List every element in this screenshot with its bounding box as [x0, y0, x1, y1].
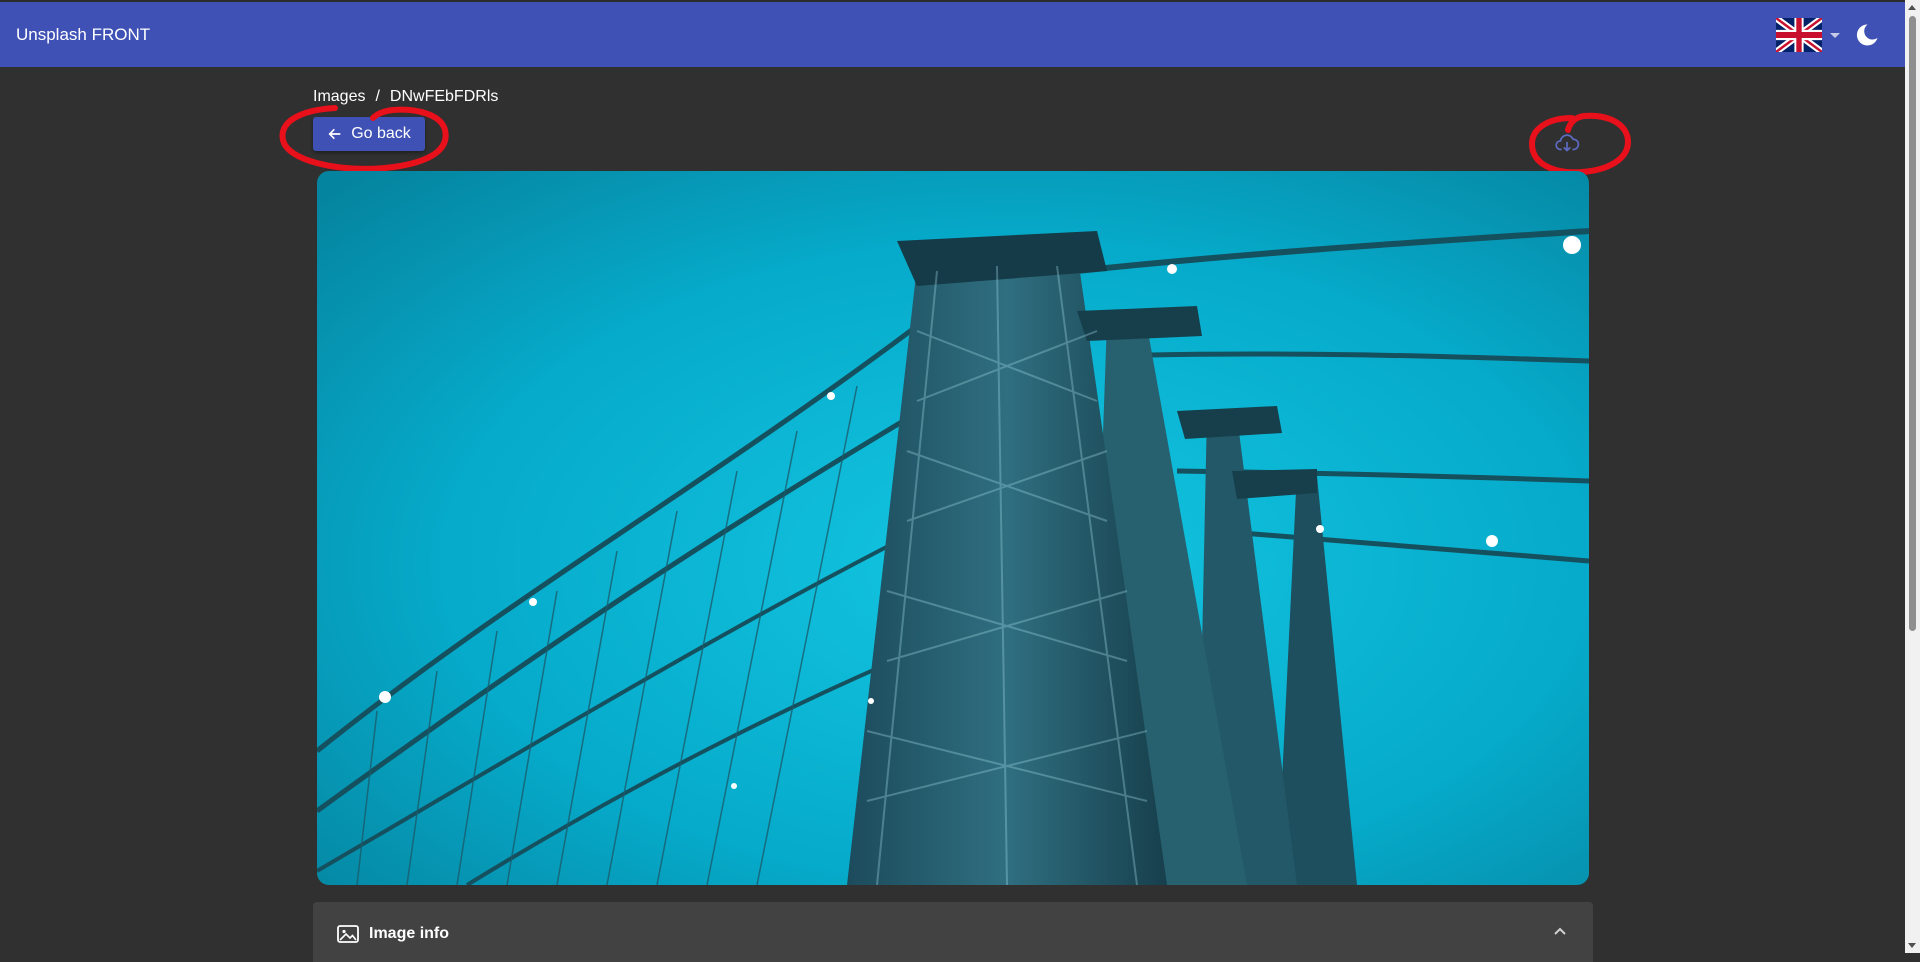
- chevron-down-icon: [1830, 32, 1840, 38]
- moon-icon: [1856, 24, 1878, 46]
- main-photo: [317, 171, 1589, 885]
- image-icon: [337, 925, 359, 943]
- breadcrumb-current: DNwFEbFDRls: [389, 88, 499, 105]
- arrow-left-icon: [328, 128, 341, 140]
- app-title[interactable]: Unsplash FRONT: [16, 25, 150, 45]
- go-back-label: Go back: [351, 125, 411, 142]
- page-scrollbar[interactable]: [1905, 0, 1920, 953]
- scroll-up-arrow-icon[interactable]: [1908, 5, 1916, 10]
- cloud-download-icon: [1555, 134, 1580, 152]
- scroll-thumb[interactable]: [1909, 16, 1916, 631]
- annotation-circle-download: [1528, 112, 1632, 176]
- language-selector[interactable]: [1776, 15, 1842, 55]
- scroll-down-arrow-icon[interactable]: [1908, 943, 1916, 948]
- breadcrumb-images-link[interactable]: Images: [313, 88, 365, 106]
- breadcrumb: Images / DNwFEbFDRls: [313, 88, 498, 106]
- uk-flag-icon: [1776, 18, 1822, 52]
- go-back-button[interactable]: Go back: [313, 117, 425, 151]
- bridge-photo-illustration: [317, 171, 1589, 885]
- theme-toggle-button[interactable]: [1853, 21, 1881, 49]
- app-bar: Unsplash FRONT: [0, 0, 1905, 67]
- download-button[interactable]: [1554, 130, 1580, 156]
- chevron-up-icon[interactable]: [1553, 924, 1567, 938]
- image-info-title: Image info: [369, 925, 450, 942]
- image-info-panel[interactable]: Image info: [313, 902, 1593, 962]
- breadcrumb-separator: /: [375, 88, 380, 105]
